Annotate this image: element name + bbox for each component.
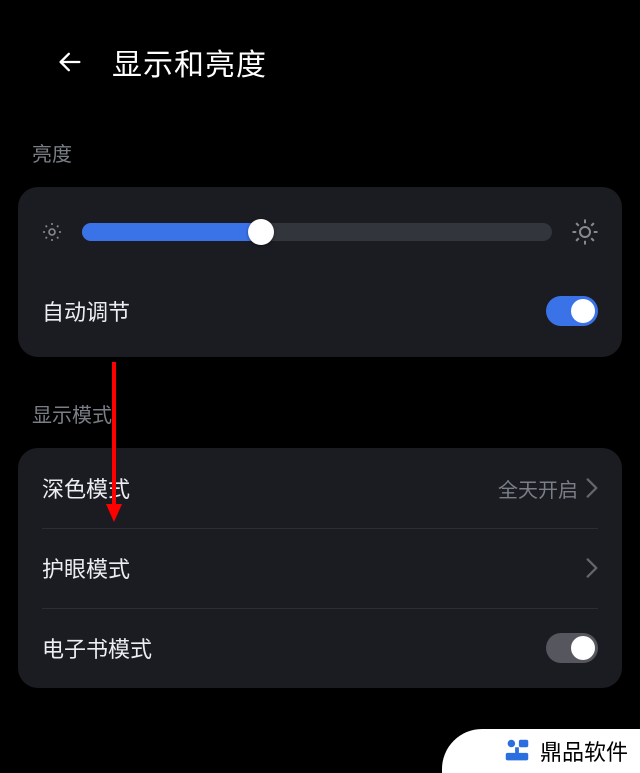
section-label-brightness: 亮度 <box>0 114 640 179</box>
auto-brightness-toggle[interactable] <box>546 296 598 326</box>
chevron-right-icon <box>586 558 598 578</box>
eye-care-row[interactable]: 护眼模式 <box>18 528 622 608</box>
brightness-card: 自动调节 <box>18 187 622 357</box>
display-mode-card: 深色模式 全天开启 护眼模式 电子书模式 <box>18 448 622 688</box>
brightness-slider-thumb[interactable] <box>248 219 274 245</box>
page-title: 显示和亮度 <box>112 40 267 84</box>
dark-mode-value-wrap: 全天开启 <box>498 474 598 503</box>
eye-care-label: 护眼模式 <box>42 552 130 584</box>
brightness-slider[interactable] <box>82 223 552 241</box>
back-button[interactable] <box>56 48 84 76</box>
watermark-logo-icon <box>502 736 532 766</box>
ebook-mode-label: 电子书模式 <box>42 632 152 664</box>
eye-care-right <box>586 558 598 578</box>
brightness-slider-fill <box>82 223 261 241</box>
arrow-left-icon <box>56 48 84 76</box>
watermark: 鼎品软件 <box>442 729 640 773</box>
auto-brightness-row: 自动调节 <box>18 277 622 357</box>
dark-mode-label: 深色模式 <box>42 472 130 504</box>
sun-low-icon <box>40 220 64 244</box>
brightness-slider-row <box>18 187 622 277</box>
sun-high-icon <box>570 217 600 247</box>
dark-mode-row[interactable]: 深色模式 全天开启 <box>18 448 622 528</box>
ebook-mode-toggle[interactable] <box>546 633 598 663</box>
header: 显示和亮度 <box>0 0 640 114</box>
chevron-right-icon <box>586 478 598 498</box>
dark-mode-value: 全天开启 <box>498 474 578 503</box>
watermark-text: 鼎品软件 <box>540 735 628 767</box>
section-label-display-mode: 显示模式 <box>0 365 640 440</box>
ebook-mode-row: 电子书模式 <box>18 608 622 688</box>
auto-brightness-label: 自动调节 <box>42 295 130 327</box>
